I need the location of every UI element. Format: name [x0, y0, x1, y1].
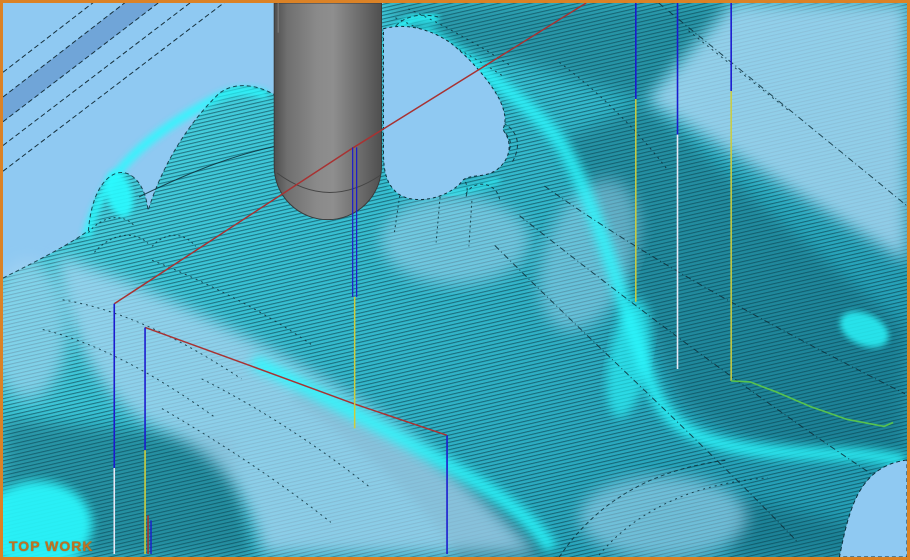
cam-simulation-viewport[interactable]: TOP WORK — [0, 0, 910, 560]
view-orientation-label: TOP WORK — [9, 538, 94, 554]
cutting-tool — [274, 3, 381, 220]
simulation-canvas — [3, 3, 907, 557]
